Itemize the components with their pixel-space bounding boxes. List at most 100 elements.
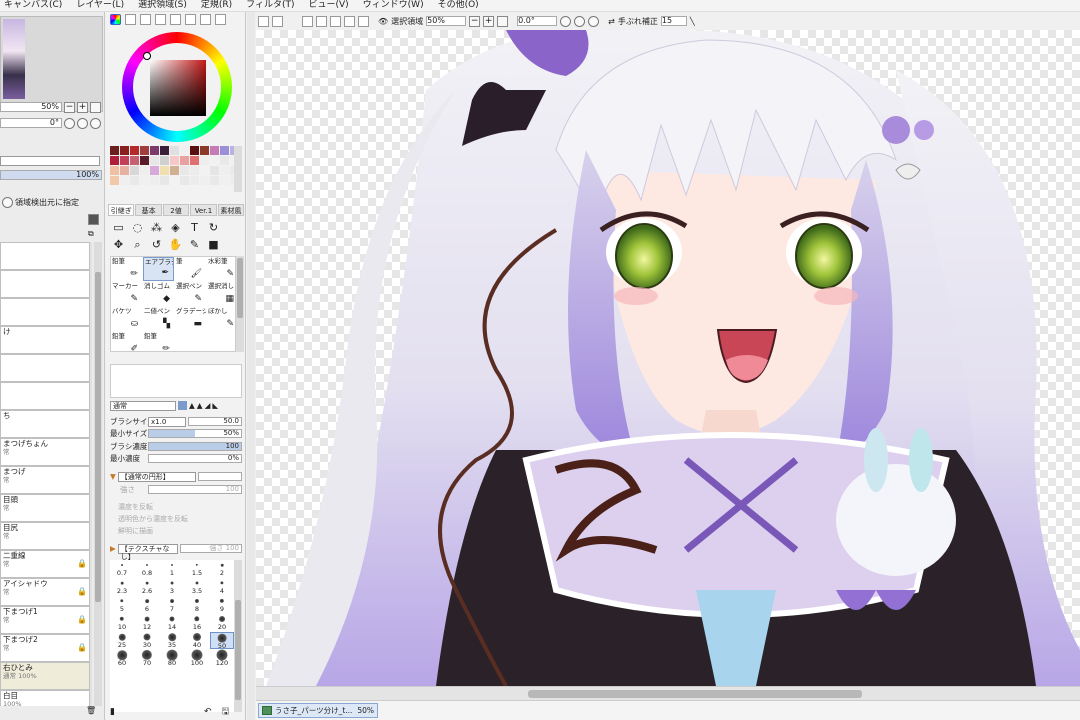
color-swatch[interactable] xyxy=(180,156,189,165)
navigator-zoom-field[interactable]: 50% xyxy=(0,102,62,112)
text-icon[interactable]: T xyxy=(186,220,203,235)
min-density-slider[interactable]: 0% xyxy=(148,454,242,463)
layer-lock-icon[interactable]: 🔒 xyxy=(77,559,87,568)
brush-eraser[interactable]: 消しゴム ◆ xyxy=(143,282,174,306)
document-tab[interactable]: うさ子_パーツ分け_t... 50% xyxy=(258,703,378,718)
rotate-right-button[interactable] xyxy=(90,117,101,129)
color-swatch[interactable] xyxy=(180,166,189,175)
color-swatch[interactable] xyxy=(160,146,169,155)
sharp-draw-check[interactable]: 鮮明に描画 xyxy=(118,526,153,536)
rect-select-icon[interactable]: ▭ xyxy=(110,220,127,235)
move-icon[interactable]: ✥ xyxy=(110,237,127,252)
menu-canvas[interactable]: キャンバス(C) xyxy=(4,0,62,11)
brush-size-option[interactable]: 40 xyxy=(185,632,209,649)
primary-color-icon[interactable]: ■ xyxy=(205,237,222,252)
scratchpad-icon[interactable] xyxy=(170,14,181,25)
layer-item[interactable] xyxy=(0,354,90,382)
layer-trash-icon[interactable]: 🗑 xyxy=(86,706,96,715)
tab-ver1[interactable]: Ver.1 xyxy=(190,204,217,216)
shape-triangle-4-icon[interactable]: ◣ xyxy=(212,401,218,410)
min-size-slider[interactable]: 50% xyxy=(148,429,242,438)
color-swatch[interactable] xyxy=(210,156,219,165)
color-swatch[interactable] xyxy=(110,176,119,185)
brush-size-option[interactable]: 12 xyxy=(135,614,159,631)
layer-lock-icon[interactable]: 🔒 xyxy=(77,643,87,652)
brush-size-option[interactable]: 70 xyxy=(135,649,159,667)
color-swatch[interactable] xyxy=(130,176,139,185)
straight-line-icon[interactable]: ╲ xyxy=(690,17,695,26)
layer-item[interactable]: 下まつげ2 常 🔒 xyxy=(0,634,90,662)
layer-item[interactable]: 右ひとみ 通常 100% xyxy=(0,662,90,690)
color-swatch[interactable] xyxy=(140,166,149,175)
brush-size-option[interactable]: 3 xyxy=(160,578,184,595)
brush-size-option[interactable]: 16 xyxy=(185,614,209,631)
layer-folder-icon[interactable]: ⧉ xyxy=(88,229,94,239)
color-swatch[interactable] xyxy=(220,176,229,185)
brush-select-pen[interactable]: 選択ペン ✎ xyxy=(175,282,206,306)
color-swatch[interactable] xyxy=(170,176,179,185)
color-saturation-value-square[interactable] xyxy=(150,60,206,116)
tab-inherit[interactable]: 引継ぎ xyxy=(108,204,135,216)
menu-layer[interactable]: レイヤー(L) xyxy=(76,0,124,11)
texture-select[interactable]: 【テクスチャなし】 xyxy=(117,543,178,561)
brush-blur[interactable]: ぼかし ✎ xyxy=(207,307,238,331)
color-swatch[interactable] xyxy=(200,166,209,175)
brush-size-option[interactable]: 3.5 xyxy=(185,578,209,595)
toolbar-button-5[interactable] xyxy=(330,15,341,27)
menu-ruler[interactable]: 定規(R) xyxy=(201,0,232,11)
size-grid-scrollbar[interactable] xyxy=(234,560,242,712)
brush-airbrush[interactable]: エアブラシ ✒ xyxy=(143,257,174,281)
toolbar-button-4[interactable] xyxy=(316,15,327,27)
swatch-mode-icon[interactable] xyxy=(155,14,166,25)
layer-item[interactable]: まつげ常 xyxy=(0,466,90,494)
toolbar-button-3[interactable] xyxy=(302,15,313,27)
brush-pencil-2[interactable]: 鉛筆 ✐ xyxy=(111,332,142,356)
color-swatch[interactable] xyxy=(130,156,139,165)
brush-pencil-3[interactable]: 鉛筆 ✏ xyxy=(143,332,174,356)
brush-delete-icon[interactable]: ▮ xyxy=(110,707,115,717)
brush-size-option[interactable]: 25 xyxy=(110,632,134,649)
tab-basic[interactable]: 基本 xyxy=(135,204,162,216)
layer-item[interactable]: アイシャドウ常 🔒 xyxy=(0,578,90,606)
color-swatch[interactable] xyxy=(160,156,169,165)
color-swatch[interactable] xyxy=(160,166,169,175)
size-grid-scrollbar-thumb[interactable] xyxy=(235,600,241,700)
color-swatch[interactable] xyxy=(120,146,129,155)
brush-size-option[interactable]: 6 xyxy=(135,596,159,613)
brush-size-option[interactable]: 50 xyxy=(210,632,234,650)
color-swatch[interactable] xyxy=(200,146,209,155)
shape-strength-slider[interactable]: 100 xyxy=(148,485,242,494)
brush-grid-scrollbar[interactable] xyxy=(236,256,244,352)
menu-view[interactable]: ビュー(V) xyxy=(308,0,348,11)
toolbar-rotate-reset-button[interactable] xyxy=(574,15,586,27)
shape-expand-icon[interactable]: ▼ xyxy=(110,472,116,481)
zoom-reset-button[interactable] xyxy=(90,101,101,113)
transparent-invert-check[interactable]: 透明色から濃度を反転 xyxy=(118,514,188,524)
color-swatch[interactable] xyxy=(210,166,219,175)
color-pick-icon[interactable]: ◈ xyxy=(167,220,184,235)
flip-horizontal-icon[interactable]: ⇄ xyxy=(608,17,615,26)
canvas-h-scrollbar[interactable] xyxy=(256,686,1080,700)
color-swatch[interactable] xyxy=(170,146,179,155)
color-swatch[interactable] xyxy=(120,176,129,185)
color-swatch[interactable] xyxy=(220,156,229,165)
brush-size-option[interactable]: 14 xyxy=(160,614,184,631)
toolbar-zoom-out-button[interactable]: − xyxy=(469,15,481,27)
toolbar-angle-select[interactable]: 0.0° xyxy=(517,16,558,26)
layer-list[interactable]: けちまつげちょん常まつげ常目頭常目尻常二重線常 🔒 アイシャドウ常 🔒 下まつげ1 常 🔒 下… xyxy=(0,242,92,718)
menu-selection[interactable]: 選択領域(S) xyxy=(138,0,187,11)
color-swatch[interactable] xyxy=(150,176,159,185)
brush-size-option[interactable]: 9 xyxy=(210,596,234,613)
brush-marker[interactable]: マーカー ✎ xyxy=(111,282,142,306)
color-swatch[interactable] xyxy=(110,146,119,155)
brush-size-option[interactable]: 2.3 xyxy=(110,578,134,595)
color-mix-icon[interactable] xyxy=(185,14,196,25)
toolbar-button-1[interactable] xyxy=(258,15,269,27)
layer-item[interactable] xyxy=(0,382,90,410)
brush-pencil[interactable]: 鉛筆 ✏ xyxy=(111,257,142,281)
navigator-thumbnail[interactable] xyxy=(0,16,103,112)
toolbar-zoom-in-button[interactable]: + xyxy=(483,15,495,27)
layer-item[interactable]: け xyxy=(0,326,90,354)
eyedropper-icon[interactable]: ✎ xyxy=(186,237,203,252)
brush-size-option[interactable]: 5 xyxy=(110,596,134,613)
